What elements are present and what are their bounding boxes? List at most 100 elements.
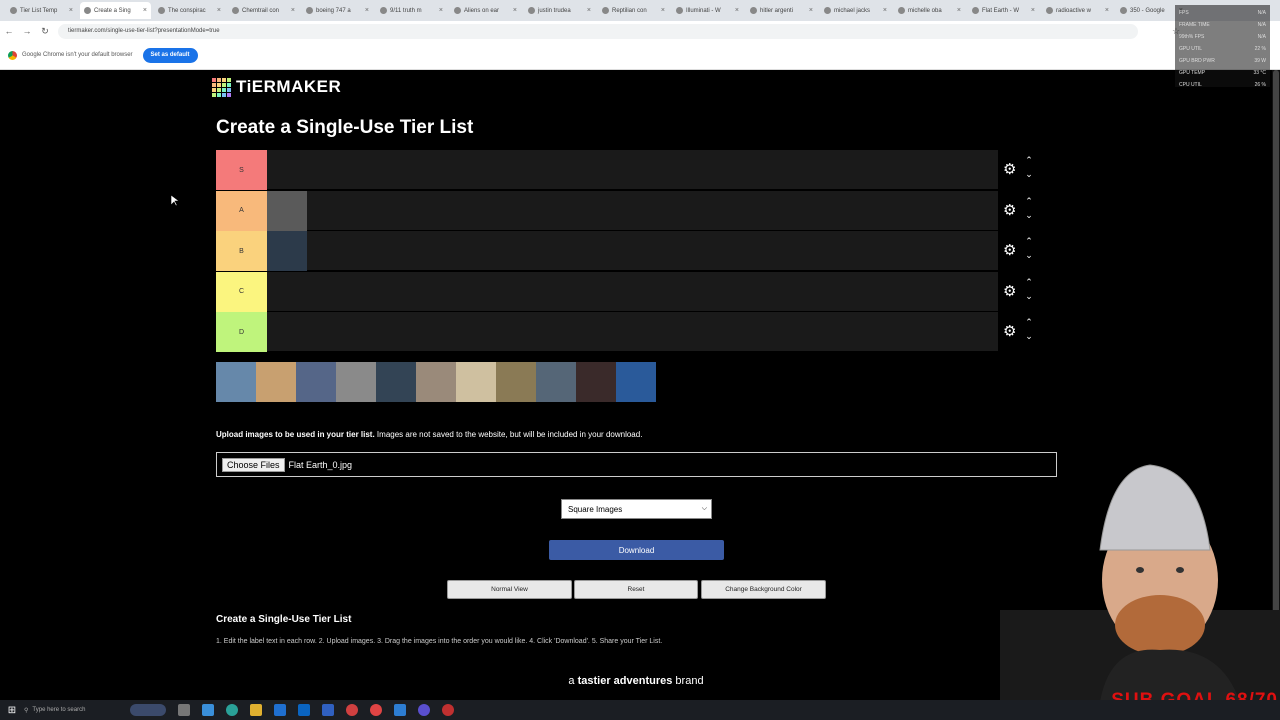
tab-close-icon[interactable]: × [1031,7,1035,14]
task-view-icon[interactable] [178,704,190,716]
tier-label[interactable]: S [216,150,267,190]
tier-label[interactable]: B [216,231,267,271]
browser-tab[interactable]: hitler argenti × [746,2,817,19]
chevron-up-icon[interactable]: ⌃ [1023,156,1035,165]
tab-close-icon[interactable]: × [883,7,887,14]
tier-drop-zone[interactable] [267,312,998,351]
browser-tab[interactable]: boeing 747 a × [302,2,373,19]
file-upload-field[interactable]: Choose Files Flat Earth_0.jpg [216,452,1057,477]
pool-item-image[interactable] [416,362,456,402]
back-icon[interactable]: ← [0,26,18,36]
tab-close-icon[interactable]: × [69,7,73,14]
chrome-icon-2[interactable] [370,704,382,716]
gear-icon[interactable]: ⚙ [1003,162,1016,177]
browser-tab[interactable]: Create a Sing × [80,2,151,19]
tab-close-icon[interactable]: × [809,7,813,14]
chevron-down-icon[interactable]: ⌄ [1023,251,1035,260]
brand-bold[interactable]: tastier adventures [578,675,673,687]
browser-tab[interactable]: The conspirac × [154,2,225,19]
tier-label[interactable]: C [216,271,267,312]
browser-tab[interactable]: michael jacks × [820,2,891,19]
pool-item-image[interactable] [296,362,336,402]
browser-tab[interactable]: justin trudea × [524,2,595,19]
chevron-up-icon[interactable]: ⌃ [1023,196,1035,206]
set-default-button[interactable]: Set as default [142,47,198,63]
chevron-up-icon[interactable]: ⌃ [1023,277,1035,287]
opera-icon[interactable] [346,704,358,716]
browser-tab[interactable]: Reptilian con × [598,2,669,19]
tier-drop-zone[interactable] [267,150,998,189]
chevron-down-icon[interactable]: ⌄ [1023,291,1035,301]
tier-drop-zone[interactable] [267,190,998,231]
widget-icon[interactable] [130,704,166,716]
tab-close-icon[interactable]: × [1105,7,1109,14]
chevron-up-icon[interactable]: ⌃ [1023,318,1035,327]
pool-item-image[interactable] [616,362,656,402]
change-background-color-button[interactable]: Change Background Color [701,580,826,599]
image-shape-select[interactable]: Square Images ⌵ [561,499,712,519]
obs-icon[interactable] [442,704,454,716]
gear-icon[interactable]: ⚙ [1003,324,1016,339]
choose-files-button[interactable]: Choose Files [222,457,285,472]
tab-close-icon[interactable]: × [143,7,147,14]
pool-item-image[interactable] [456,362,496,402]
overlay-row: FPS N/A [1179,7,1266,19]
app-icon-2[interactable] [394,704,406,716]
edge-icon[interactable] [202,704,214,716]
browser-tab[interactable]: 9/11 truth m × [376,2,447,19]
file-explorer-icon[interactable] [250,704,262,716]
tab-close-icon[interactable]: × [735,7,739,14]
chevron-down-icon[interactable]: ⌄ [1023,332,1035,341]
mouse-cursor-icon [171,195,179,207]
tier-item-image[interactable] [267,190,307,231]
pool-item-image[interactable] [376,362,416,402]
pool-item-image[interactable] [336,362,376,402]
tier-item-image[interactable] [267,231,307,271]
browser-tab[interactable]: michelle oba × [894,2,965,19]
app-icon-3[interactable] [418,704,430,716]
pool-item-image[interactable] [216,362,256,402]
browser-tab[interactable]: Flat Earth - W × [968,2,1039,19]
tier-drop-zone[interactable] [267,272,998,311]
chrome-taskbar-icon[interactable] [226,704,238,716]
url-field[interactable]: tiermaker.com/single-use-tier-list?prese… [58,23,1138,39]
gear-icon[interactable]: ⚙ [1003,243,1016,258]
tab-close-icon[interactable]: × [365,7,369,14]
forward-icon[interactable]: → [18,26,36,36]
pool-item-image[interactable] [536,362,576,402]
tab-close-icon[interactable]: × [661,7,665,14]
tab-close-icon[interactable]: × [957,7,961,14]
tier-drop-zone[interactable] [267,231,998,271]
outlook-icon[interactable] [298,704,310,716]
gear-icon[interactable]: ⚙ [1003,203,1016,218]
tab-favicon-icon [750,7,757,14]
app-icon[interactable] [322,704,334,716]
browser-tab[interactable]: Illuminati - W × [672,2,743,19]
download-button[interactable]: Download [549,540,724,560]
reset-button[interactable]: Reset [574,580,698,599]
browser-tab[interactable]: Aliens on ear × [450,2,521,19]
store-icon[interactable] [274,704,286,716]
pool-item-image[interactable] [256,362,296,402]
tab-close-icon[interactable]: × [587,7,591,14]
gear-icon[interactable]: ⚙ [1003,284,1016,299]
tab-close-icon[interactable]: × [217,7,221,14]
browser-tab[interactable]: Chemtrail con × [228,2,299,19]
tiermaker-logo[interactable]: TiERMAKER [212,77,341,97]
taskbar-search[interactable]: ⚲ Type here to search [24,703,124,717]
browser-tab[interactable]: Tier List Temp × [6,2,77,19]
browser-tab[interactable]: radioactive w × [1042,2,1113,19]
pool-item-image[interactable] [496,362,536,402]
tab-close-icon[interactable]: × [291,7,295,14]
tab-close-icon[interactable]: × [513,7,517,14]
chevron-down-icon[interactable]: ⌄ [1023,210,1035,220]
tier-label[interactable]: A [216,190,267,231]
windows-start-icon[interactable]: ⊞ [0,705,24,716]
chevron-up-icon[interactable]: ⌃ [1023,237,1035,246]
tier-label[interactable]: D [216,312,267,352]
chevron-down-icon[interactable]: ⌄ [1023,170,1035,179]
normal-view-button[interactable]: Normal View [447,580,572,599]
reload-icon[interactable]: ↻ [36,26,54,37]
tab-close-icon[interactable]: × [439,7,443,14]
pool-item-image[interactable] [576,362,616,402]
